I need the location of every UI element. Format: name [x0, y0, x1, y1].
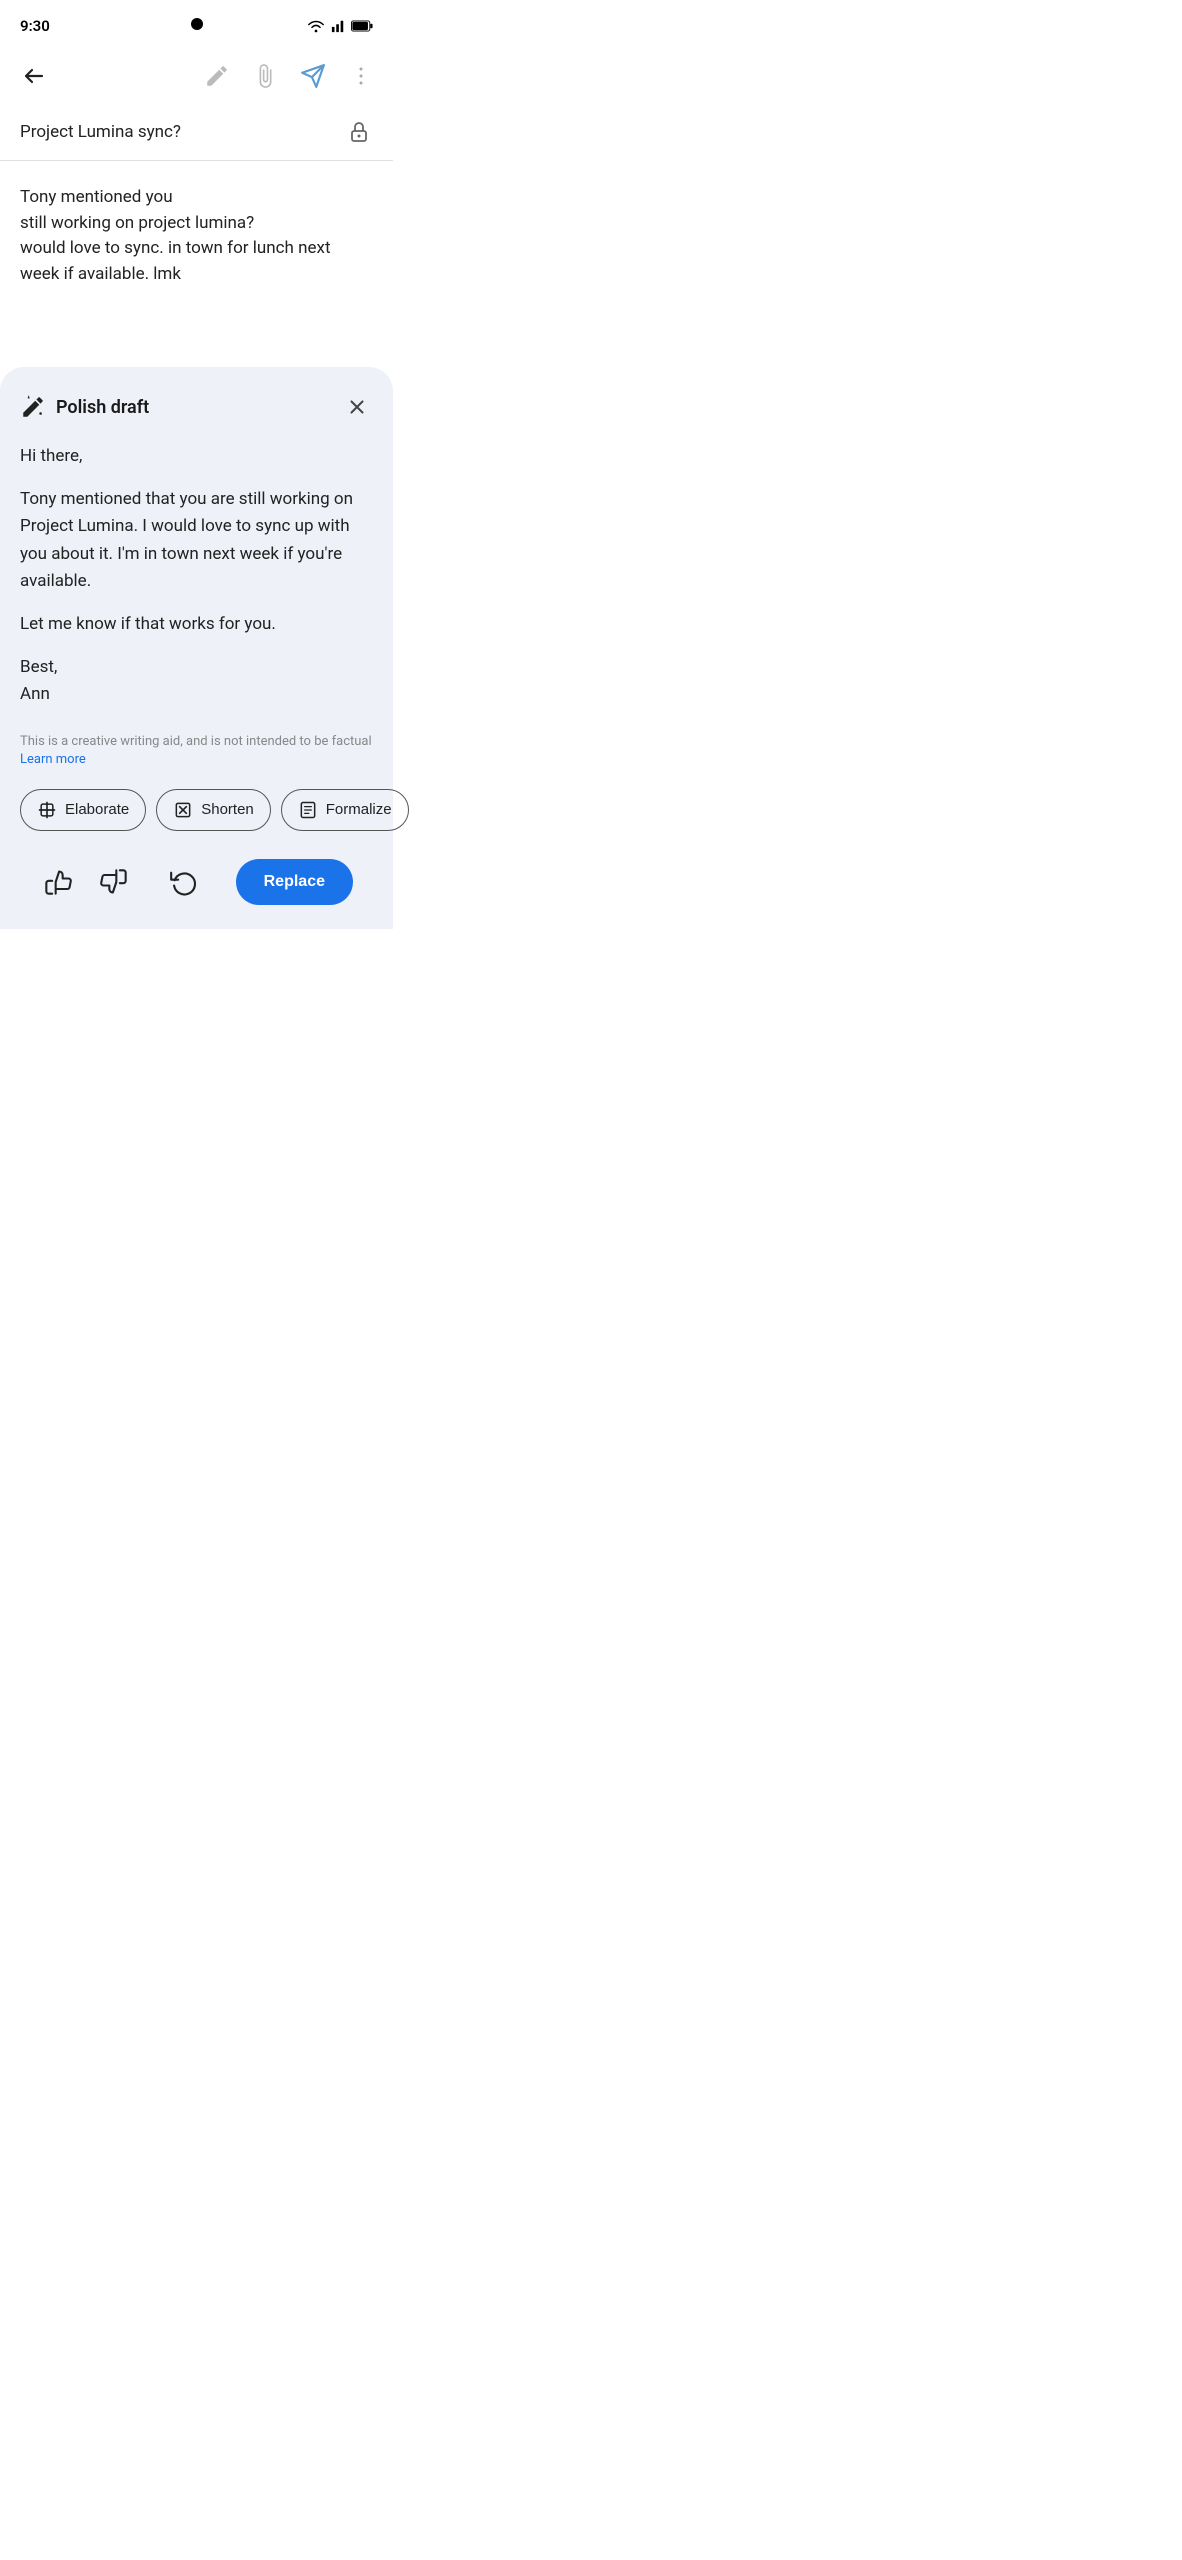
thumbs-up-button[interactable] — [40, 864, 76, 900]
lock-icon — [345, 118, 373, 146]
bottom-actions-row: Replace — [20, 847, 373, 929]
action-buttons-row: Elaborate Shorten Formalize — [20, 769, 373, 847]
subject-row: Project Lumina sync? — [0, 104, 393, 161]
polish-signoff: Best, Ann — [20, 654, 373, 708]
polish-greeting: Hi there, — [20, 443, 373, 470]
status-icons — [307, 19, 373, 33]
polish-content: Hi there, Tony mentioned that you are st… — [20, 443, 373, 709]
close-polish-button[interactable] — [341, 391, 373, 423]
wifi-icon — [307, 19, 325, 33]
refresh-button[interactable] — [166, 864, 202, 900]
shorten-icon — [173, 800, 193, 820]
back-button[interactable] — [16, 58, 52, 94]
polish-header: Polish draft — [20, 391, 373, 423]
shorten-button[interactable]: Shorten — [156, 789, 271, 831]
polish-panel-title: Polish draft — [56, 397, 149, 418]
formalize-button[interactable]: Formalize — [281, 789, 409, 831]
formalize-icon — [298, 800, 318, 820]
edit-icon[interactable] — [201, 60, 233, 92]
send-icon[interactable] — [297, 60, 329, 92]
email-body-text: Tony mentioned youstill working on proje… — [20, 187, 331, 284]
toolbar — [0, 48, 393, 104]
thumbs-down-button[interactable] — [96, 864, 132, 900]
elaborate-icon — [37, 800, 57, 820]
attach-icon[interactable] — [249, 60, 281, 92]
polish-panel: Polish draft Hi there, Tony mentioned th… — [0, 367, 393, 929]
disclaimer: This is a creative writing aid, and is n… — [20, 733, 373, 769]
signal-icon — [331, 19, 345, 33]
battery-icon — [351, 20, 373, 32]
camera-dot — [191, 18, 203, 30]
polish-closing-line: Let me know if that works for you. — [20, 611, 373, 638]
polish-body: Tony mentioned that you are still workin… — [20, 486, 373, 595]
learn-more-link[interactable]: Learn more — [20, 752, 86, 767]
feedback-icons — [40, 864, 132, 900]
elaborate-button[interactable]: Elaborate — [20, 789, 146, 831]
replace-button[interactable]: Replace — [236, 859, 353, 905]
status-bar: 9:30 — [0, 0, 393, 48]
email-body: Tony mentioned youstill working on proje… — [0, 161, 393, 307]
status-time: 9:30 — [20, 17, 50, 35]
polish-title-row: Polish draft — [20, 394, 149, 420]
more-icon[interactable] — [345, 60, 377, 92]
subject-text: Project Lumina sync? — [20, 122, 181, 142]
polish-icon — [20, 394, 46, 420]
